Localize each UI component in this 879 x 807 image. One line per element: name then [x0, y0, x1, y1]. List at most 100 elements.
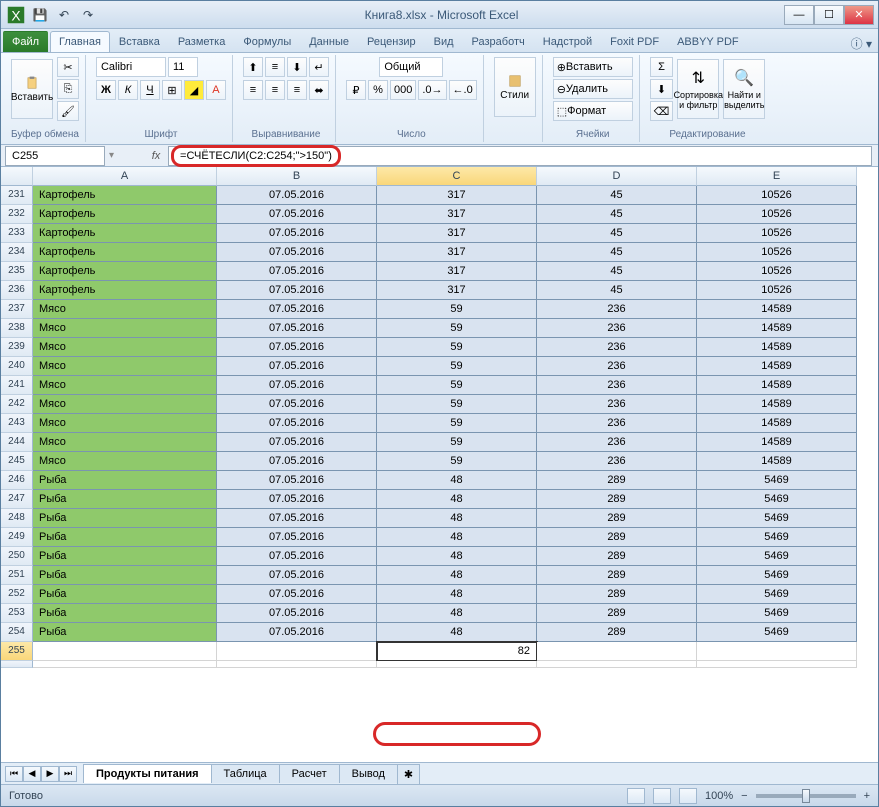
row-header[interactable]: 231 — [1, 186, 33, 205]
font-color-button[interactable]: A — [206, 80, 226, 100]
row-header[interactable]: 236 — [1, 281, 33, 300]
cell[interactable]: 07.05.2016 — [217, 433, 377, 452]
cell[interactable]: 48 — [377, 509, 537, 528]
cell[interactable] — [697, 661, 857, 668]
zoom-out-button[interactable]: − — [741, 790, 747, 802]
cell[interactable]: 07.05.2016 — [217, 319, 377, 338]
row-header[interactable]: 238 — [1, 319, 33, 338]
cell[interactable]: 07.05.2016 — [217, 376, 377, 395]
cell[interactable]: 07.05.2016 — [217, 186, 377, 205]
row-header[interactable]: 255 — [1, 642, 33, 661]
cell[interactable]: 48 — [377, 471, 537, 490]
cell[interactable]: Мясо — [33, 414, 217, 433]
cell[interactable]: 317 — [377, 262, 537, 281]
ribbon-help-icon[interactable]: ⓘ ▾ — [851, 35, 872, 52]
view-normal-icon[interactable] — [627, 788, 645, 804]
cell[interactable]: 14589 — [697, 376, 857, 395]
cell[interactable]: 5469 — [697, 547, 857, 566]
cell[interactable]: Мясо — [33, 376, 217, 395]
insert-cells-button[interactable]: ⊕ Вставить — [553, 57, 633, 77]
row-header[interactable]: 233 — [1, 224, 33, 243]
zoom-slider[interactable] — [756, 794, 856, 798]
cell[interactable]: 317 — [377, 224, 537, 243]
cell[interactable]: 236 — [537, 414, 697, 433]
cell[interactable]: 59 — [377, 376, 537, 395]
tab-abbyy[interactable]: ABBYY PDF — [668, 31, 748, 52]
cell[interactable]: Мясо — [33, 338, 217, 357]
cell[interactable]: 07.05.2016 — [217, 395, 377, 414]
cell[interactable]: 48 — [377, 604, 537, 623]
row-header[interactable]: 242 — [1, 395, 33, 414]
cell[interactable]: 48 — [377, 490, 537, 509]
maximize-button[interactable]: ☐ — [814, 5, 844, 25]
row-header[interactable]: 235 — [1, 262, 33, 281]
row-header[interactable]: 240 — [1, 357, 33, 376]
row-header[interactable]: 244 — [1, 433, 33, 452]
cell[interactable]: 289 — [537, 623, 697, 642]
cell[interactable]: 14589 — [697, 414, 857, 433]
cell[interactable]: Мясо — [33, 319, 217, 338]
cell[interactable]: Картофель — [33, 186, 217, 205]
tab-addins[interactable]: Надстрой — [534, 31, 601, 52]
cell[interactable]: 10526 — [697, 205, 857, 224]
formula-bar[interactable]: =СЧЁТЕСЛИ(C2:C254;">150") — [168, 146, 872, 166]
cell[interactable]: 10526 — [697, 281, 857, 300]
select-all-corner[interactable] — [1, 167, 33, 186]
minimize-button[interactable]: — — [784, 5, 814, 25]
fill-color-button[interactable]: ◢ — [184, 80, 204, 100]
cell[interactable]: Мясо — [33, 452, 217, 471]
tab-insert[interactable]: Вставка — [110, 31, 169, 52]
cell[interactable]: 45 — [537, 205, 697, 224]
align-left-icon[interactable]: ≡ — [243, 80, 263, 100]
view-pagebreak-icon[interactable] — [679, 788, 697, 804]
cell[interactable]: 48 — [377, 623, 537, 642]
cell[interactable]: 07.05.2016 — [217, 566, 377, 585]
cell[interactable]: 236 — [537, 452, 697, 471]
cell[interactable]: 236 — [537, 338, 697, 357]
cell[interactable]: 317 — [377, 205, 537, 224]
cell[interactable]: 07.05.2016 — [217, 604, 377, 623]
cell[interactable]: Картофель — [33, 281, 217, 300]
font-name-select[interactable] — [96, 57, 166, 77]
row-header[interactable]: 254 — [1, 623, 33, 642]
cell[interactable]: Картофель — [33, 262, 217, 281]
cell[interactable]: 236 — [537, 376, 697, 395]
row-header[interactable]: 239 — [1, 338, 33, 357]
cell[interactable]: 236 — [537, 433, 697, 452]
cell[interactable]: 289 — [537, 547, 697, 566]
cell[interactable]: 14589 — [697, 300, 857, 319]
cell[interactable]: 45 — [537, 186, 697, 205]
cell[interactable]: 289 — [537, 471, 697, 490]
cell[interactable]: 5469 — [697, 566, 857, 585]
cell[interactable]: 5469 — [697, 471, 857, 490]
new-sheet-button[interactable]: ✱ — [397, 764, 420, 784]
cell[interactable]: 236 — [537, 357, 697, 376]
find-select-button[interactable]: 🔍 Найти и выделить — [723, 59, 765, 119]
excel-icon[interactable]: X — [5, 4, 27, 26]
cell[interactable]: 289 — [537, 566, 697, 585]
row-header[interactable]: 243 — [1, 414, 33, 433]
paste-button[interactable]: Вставить — [11, 59, 53, 119]
row-header[interactable]: 234 — [1, 243, 33, 262]
cell[interactable]: 5469 — [697, 528, 857, 547]
save-icon[interactable]: 💾 — [29, 4, 51, 26]
cell[interactable]: 07.05.2016 — [217, 243, 377, 262]
cell[interactable]: 14589 — [697, 433, 857, 452]
align-middle-icon[interactable]: ≡ — [265, 57, 285, 77]
cell[interactable] — [33, 642, 217, 661]
row-header[interactable]: 232 — [1, 205, 33, 224]
column-header-E[interactable]: E — [697, 167, 857, 186]
cell[interactable]: 14589 — [697, 338, 857, 357]
cell[interactable] — [377, 661, 537, 668]
sheet-tab-table[interactable]: Таблица — [211, 764, 280, 783]
cell[interactable]: 14589 — [697, 395, 857, 414]
cell[interactable]: Рыба — [33, 528, 217, 547]
row-header[interactable]: 245 — [1, 452, 33, 471]
cell[interactable]: 59 — [377, 319, 537, 338]
spreadsheet-grid[interactable]: ABCDE231Картофель07.05.20163174510526232… — [1, 167, 878, 762]
cell[interactable]: 59 — [377, 414, 537, 433]
tab-data[interactable]: Данные — [300, 31, 358, 52]
comma-icon[interactable]: 000 — [390, 80, 416, 100]
row-header[interactable] — [1, 661, 33, 668]
cell[interactable]: 07.05.2016 — [217, 414, 377, 433]
